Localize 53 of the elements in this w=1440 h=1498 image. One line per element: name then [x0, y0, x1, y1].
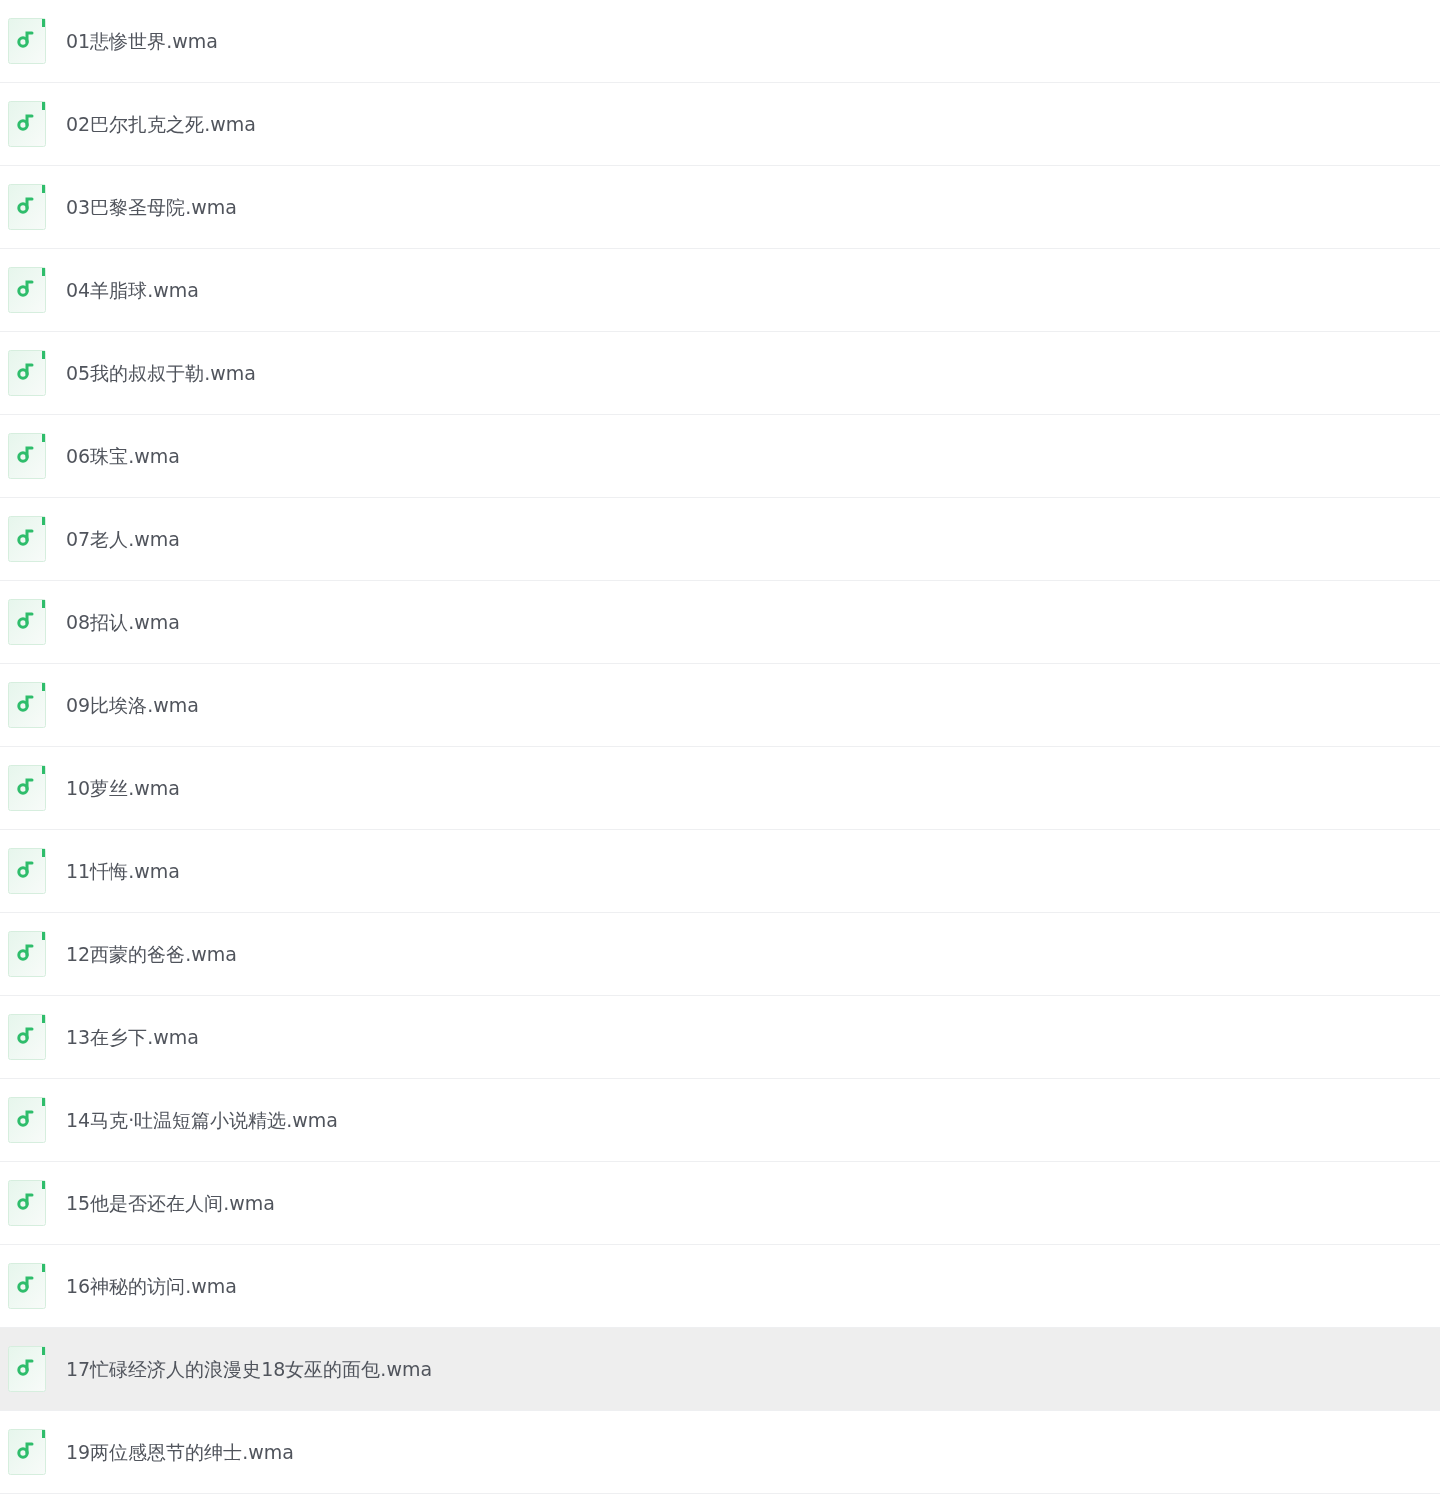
- file-row[interactable]: 01悲惨世界.wma: [0, 0, 1440, 83]
- file-name: 05我的叔叔于勒.wma: [66, 360, 256, 386]
- music-file-icon: [8, 1014, 46, 1060]
- file-name: 04羊脂球.wma: [66, 277, 199, 303]
- music-file-icon: [8, 184, 46, 230]
- file-name: 09比埃洛.wma: [66, 692, 199, 718]
- music-file-icon: [8, 18, 46, 64]
- file-row[interactable]: 19两位感恩节的绅士.wma: [0, 1411, 1440, 1494]
- music-file-icon: [8, 267, 46, 313]
- file-row[interactable]: 08招认.wma: [0, 581, 1440, 664]
- music-file-icon: [8, 1346, 46, 1392]
- file-name: 02巴尔扎克之死.wma: [66, 111, 256, 137]
- file-name: 12西蒙的爸爸.wma: [66, 941, 237, 967]
- file-row[interactable]: 10萝丝.wma: [0, 747, 1440, 830]
- file-row[interactable]: 07老人.wma: [0, 498, 1440, 581]
- file-name: 03巴黎圣母院.wma: [66, 194, 237, 220]
- file-name: 13在乡下.wma: [66, 1024, 199, 1050]
- file-row[interactable]: 05我的叔叔于勒.wma: [0, 332, 1440, 415]
- file-row[interactable]: 14马克·吐温短篇小说精选.wma: [0, 1079, 1440, 1162]
- file-row[interactable]: 06珠宝.wma: [0, 415, 1440, 498]
- file-row[interactable]: 15他是否还在人间.wma: [0, 1162, 1440, 1245]
- music-file-icon: [8, 350, 46, 396]
- file-name: 10萝丝.wma: [66, 775, 180, 801]
- file-name: 06珠宝.wma: [66, 443, 180, 469]
- file-row[interactable]: 04羊脂球.wma: [0, 249, 1440, 332]
- music-file-icon: [8, 848, 46, 894]
- music-file-icon: [8, 1180, 46, 1226]
- file-name: 07老人.wma: [66, 526, 180, 552]
- music-file-icon: [8, 599, 46, 645]
- file-row[interactable]: 11忏悔.wma: [0, 830, 1440, 913]
- music-file-icon: [8, 101, 46, 147]
- file-name: 19两位感恩节的绅士.wma: [66, 1439, 294, 1465]
- music-file-icon: [8, 433, 46, 479]
- music-file-icon: [8, 931, 46, 977]
- music-file-icon: [8, 765, 46, 811]
- file-row[interactable]: 17忙碌经济人的浪漫史18女巫的面包.wma: [0, 1328, 1440, 1411]
- music-file-icon: [8, 682, 46, 728]
- file-name: 16神秘的访问.wma: [66, 1273, 237, 1299]
- file-name: 17忙碌经济人的浪漫史18女巫的面包.wma: [66, 1356, 433, 1382]
- file-name: 15他是否还在人间.wma: [66, 1190, 275, 1216]
- music-file-icon: [8, 1429, 46, 1475]
- file-name: 08招认.wma: [66, 609, 180, 635]
- file-name: 01悲惨世界.wma: [66, 28, 218, 54]
- music-file-icon: [8, 1097, 46, 1143]
- file-name: 14马克·吐温短篇小说精选.wma: [66, 1107, 338, 1133]
- file-row[interactable]: 12西蒙的爸爸.wma: [0, 913, 1440, 996]
- music-file-icon: [8, 1263, 46, 1309]
- file-row[interactable]: 13在乡下.wma: [0, 996, 1440, 1079]
- file-name: 11忏悔.wma: [66, 858, 180, 884]
- file-row[interactable]: 09比埃洛.wma: [0, 664, 1440, 747]
- music-file-icon: [8, 516, 46, 562]
- file-row[interactable]: 03巴黎圣母院.wma: [0, 166, 1440, 249]
- file-row[interactable]: 02巴尔扎克之死.wma: [0, 83, 1440, 166]
